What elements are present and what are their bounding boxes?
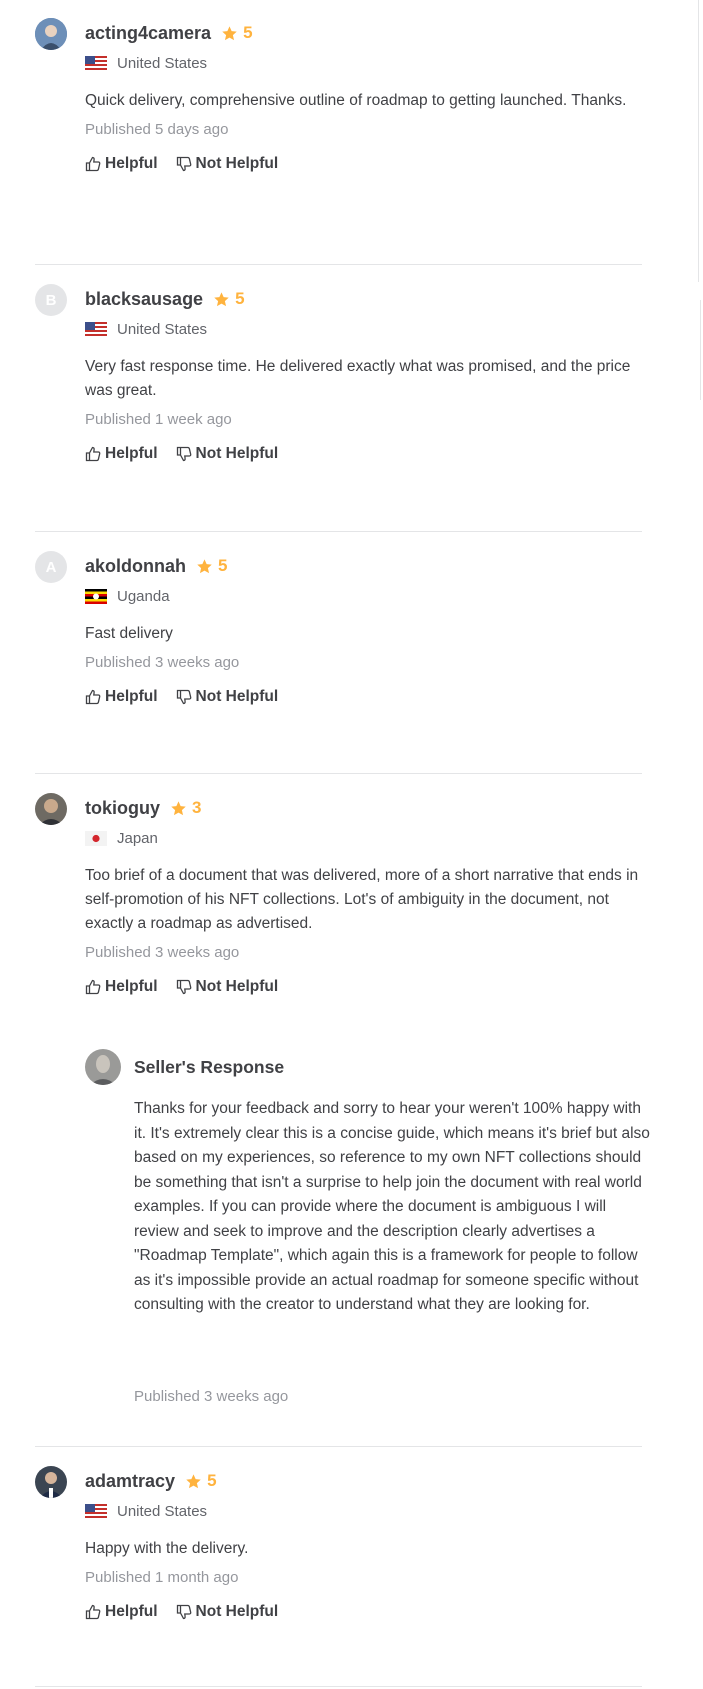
review-text: Too brief of a document that was deliver…	[85, 867, 639, 932]
us-flag-icon	[85, 55, 107, 71]
country: United States	[117, 1502, 208, 1520]
review-text: Quick delivery, comprehensive outline of…	[85, 92, 627, 109]
side-panel-edge-lower	[700, 300, 701, 400]
username[interactable]: blacksausage	[85, 289, 203, 310]
published-date: Published 3 weeks ago	[85, 654, 240, 671]
not-helpful-button[interactable]: Not Helpful	[176, 1603, 279, 1621]
avatar[interactable]	[35, 1466, 67, 1498]
uganda-flag-icon	[85, 588, 107, 604]
username[interactable]: acting4camera	[85, 23, 211, 44]
avatar[interactable]: B	[35, 284, 67, 316]
star-icon	[171, 800, 186, 815]
review-divider	[35, 531, 642, 532]
review-divider	[35, 773, 642, 774]
country: United States	[117, 320, 208, 338]
thumbs-down-icon	[176, 156, 191, 172]
country: Japan	[117, 829, 158, 847]
helpful-button[interactable]: Helpful	[85, 978, 158, 996]
thumbs-up-icon	[85, 446, 101, 462]
not-helpful-button[interactable]: Not Helpful	[176, 445, 279, 463]
rating-value: 5	[207, 1471, 217, 1490]
published-date: Published 5 days ago	[85, 121, 229, 138]
review-item: tokioguy 3 Japan Too brief of a document…	[35, 793, 650, 1413]
review-text: Fast delivery	[85, 625, 173, 642]
seller-response-published: Published 3 weeks ago	[134, 1388, 289, 1405]
helpful-label: Helpful	[105, 155, 158, 172]
thumbs-down-icon	[176, 979, 191, 995]
rating-value: 5	[235, 289, 245, 308]
thumbs-up-icon	[85, 156, 101, 172]
rating-value: 3	[192, 798, 202, 817]
helpful-button[interactable]: Helpful	[85, 155, 158, 173]
star-icon	[197, 558, 212, 573]
thumbs-down-icon	[176, 1604, 191, 1620]
avatar[interactable]: A	[35, 551, 67, 583]
published-date: Published 3 weeks ago	[85, 944, 240, 961]
rating-value: 5	[218, 556, 228, 575]
not-helpful-label: Not Helpful	[195, 978, 279, 995]
us-flag-icon	[85, 1503, 107, 1519]
published-date: Published 1 week ago	[85, 411, 232, 428]
helpful-label: Helpful	[105, 688, 158, 705]
not-helpful-button[interactable]: Not Helpful	[176, 688, 279, 706]
avatar[interactable]	[35, 18, 67, 50]
review-item: A akoldonnah 5 Uganda Fast delivery Publ…	[35, 551, 645, 721]
username[interactable]: akoldonnah	[85, 556, 186, 577]
published-date: Published 1 month ago	[85, 1569, 239, 1586]
helpful-label: Helpful	[105, 1603, 158, 1620]
seller-avatar[interactable]	[85, 1049, 121, 1085]
review-divider	[35, 1686, 642, 1687]
country: United States	[117, 54, 208, 72]
not-helpful-label: Not Helpful	[195, 155, 279, 172]
star-icon	[214, 291, 229, 306]
username[interactable]: tokioguy	[85, 798, 160, 819]
thumbs-down-icon	[176, 446, 191, 462]
thumbs-up-icon	[85, 1604, 101, 1620]
thumbs-up-icon	[85, 689, 101, 705]
helpful-button[interactable]: Helpful	[85, 688, 158, 706]
not-helpful-label: Not Helpful	[195, 688, 279, 705]
review-text: Happy with the delivery.	[85, 1540, 249, 1557]
avatar[interactable]	[35, 793, 67, 825]
review-text: Very fast response time. He delivered ex…	[85, 358, 631, 399]
helpful-button[interactable]: Helpful	[85, 445, 158, 463]
review-item: acting4camera 5 United States Quick deli…	[35, 18, 645, 218]
seller-response: Seller's Response Thanks for your feedba…	[85, 1049, 650, 1409]
star-icon	[222, 25, 237, 40]
helpful-button[interactable]: Helpful	[85, 1603, 158, 1621]
not-helpful-label: Not Helpful	[195, 445, 279, 462]
review-divider	[35, 264, 642, 265]
helpful-label: Helpful	[105, 978, 158, 995]
thumbs-up-icon	[85, 979, 101, 995]
helpful-label: Helpful	[105, 445, 158, 462]
review-divider	[35, 1446, 642, 1447]
username[interactable]: adamtracy	[85, 1471, 175, 1492]
seller-response-text: Thanks for your feedback and sorry to he…	[134, 1100, 650, 1313]
review-item: B blacksausage 5 United States Very fast…	[35, 284, 645, 484]
not-helpful-button[interactable]: Not Helpful	[176, 978, 279, 996]
us-flag-icon	[85, 321, 107, 337]
review-item: adamtracy 5 United States Happy with the…	[35, 1466, 645, 1646]
rating-value: 5	[243, 23, 253, 42]
thumbs-down-icon	[176, 689, 191, 705]
seller-response-title: Seller's Response	[134, 1057, 285, 1077]
country: Uganda	[117, 587, 170, 605]
japan-flag-icon	[85, 830, 107, 846]
side-panel-edge	[698, 0, 699, 282]
not-helpful-button[interactable]: Not Helpful	[176, 155, 279, 173]
not-helpful-label: Not Helpful	[195, 1603, 279, 1620]
star-icon	[186, 1473, 201, 1488]
